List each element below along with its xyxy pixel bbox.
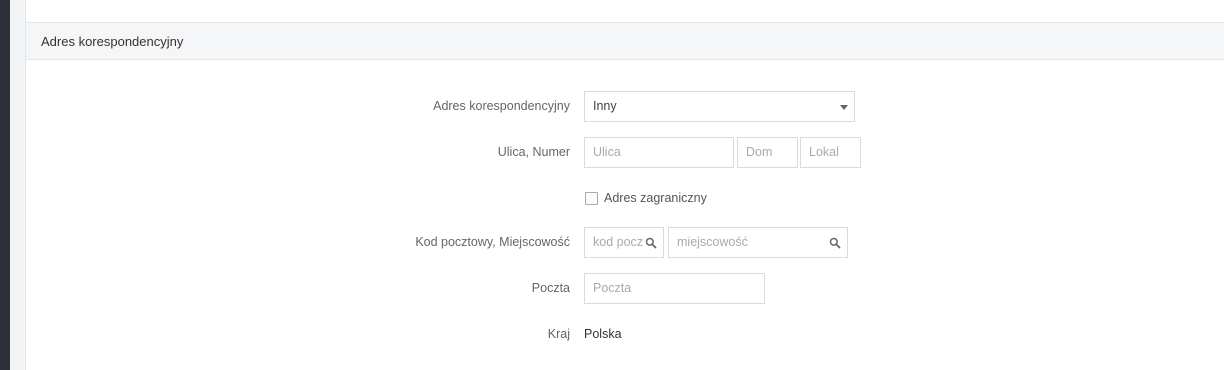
post-office-label: Poczta (531, 281, 570, 295)
country-value: Polska (584, 327, 622, 341)
apartment-number-input[interactable]: Lokal (800, 137, 861, 168)
section-header: Adres korespondencyjny (26, 23, 1224, 60)
postal-city-label: Kod pocztowy, Miejscowość (415, 235, 570, 249)
foreign-address-checkbox[interactable] (585, 192, 598, 205)
sidebar-edge (0, 0, 10, 370)
address-panel: Adres korespondencyjny Adres koresponden… (25, 0, 1224, 370)
chevron-down-icon (840, 105, 848, 110)
post-office-input[interactable]: Poczta (584, 273, 765, 304)
address-type-value: Inny (593, 99, 617, 113)
apartment-placeholder: Lokal (809, 145, 839, 159)
foreign-address-label[interactable]: Adres zagraniczny (604, 191, 707, 205)
search-icon[interactable] (829, 237, 841, 249)
address-type-select[interactable]: Inny (584, 91, 855, 122)
search-icon[interactable] (645, 237, 657, 249)
address-type-label: Adres korespondencyjny (433, 99, 570, 113)
section-title: Adres korespondencyjny (41, 34, 184, 49)
city-input[interactable]: miejscowość (668, 227, 848, 258)
country-label: Kraj (547, 327, 570, 341)
street-placeholder: Ulica (593, 145, 621, 159)
previous-section-edge (26, 0, 1224, 23)
postal-code-input[interactable]: kod pocz (584, 227, 664, 258)
street-label: Ulica, Numer (497, 145, 570, 159)
city-placeholder: miejscowość (677, 235, 748, 249)
house-number-input[interactable]: Dom (737, 137, 798, 168)
street-input[interactable]: Ulica (584, 137, 734, 168)
post-office-placeholder: Poczta (593, 281, 632, 295)
postal-code-placeholder: kod pocz (593, 235, 644, 249)
house-placeholder: Dom (746, 145, 773, 159)
